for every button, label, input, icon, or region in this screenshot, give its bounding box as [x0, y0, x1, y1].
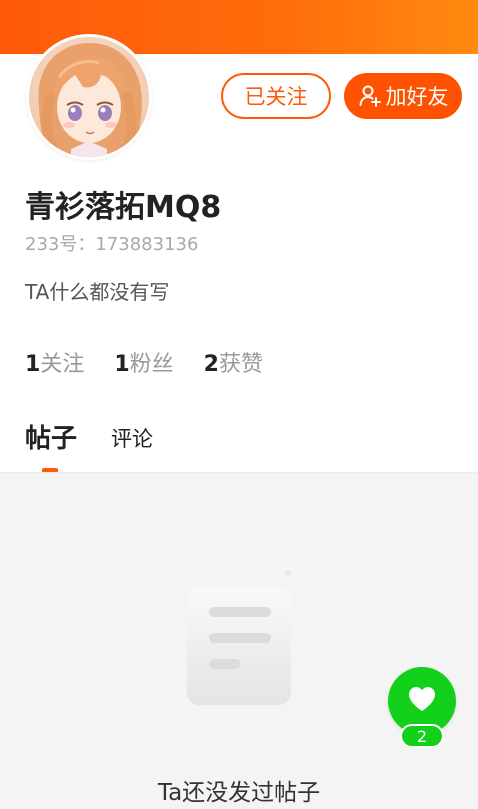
avatar[interactable] — [26, 34, 152, 160]
stat-likes[interactable]: 2 获赞 — [204, 346, 263, 378]
posts-content-area: Ta还没发过帖子 — [0, 472, 478, 809]
stat-label: 关注 — [40, 352, 85, 377]
stats-row: 1 关注 1 粉丝 2 获赞 — [25, 346, 293, 378]
stat-number: 2 — [203, 352, 219, 377]
add-friend-label: 加好友 — [385, 85, 449, 109]
stat-number: 1 — [114, 352, 130, 377]
tab-bar: 帖子 评论 — [25, 418, 153, 473]
add-friend-button[interactable]: 加好友 — [344, 73, 462, 119]
stat-label: 粉丝 — [129, 352, 174, 377]
heart-icon — [407, 685, 437, 717]
stat-label: 获赞 — [218, 352, 263, 377]
document-icon — [185, 565, 295, 709]
followed-button[interactable]: 已关注 — [221, 73, 331, 119]
tab-comments[interactable]: 评论 — [111, 423, 153, 455]
stat-followers[interactable]: 1 粉丝 — [114, 346, 173, 378]
empty-state-text: Ta还没发过帖子 — [157, 780, 321, 806]
user-id: 233号：173883136 — [25, 234, 199, 255]
tab-posts[interactable]: 帖子 — [25, 418, 78, 473]
stat-number: 1 — [25, 352, 41, 377]
stat-following[interactable]: 1 关注 — [25, 346, 84, 378]
followed-label: 已关注 — [244, 85, 308, 109]
like-count-badge: 2 — [400, 724, 444, 748]
user-bio: TA什么都没有写 — [25, 280, 170, 304]
tab-posts-label: 帖子 — [25, 424, 78, 454]
add-user-icon — [358, 84, 382, 108]
username: 青衫落拓MQ8 — [25, 190, 222, 225]
tab-comments-label: 评论 — [111, 427, 154, 451]
